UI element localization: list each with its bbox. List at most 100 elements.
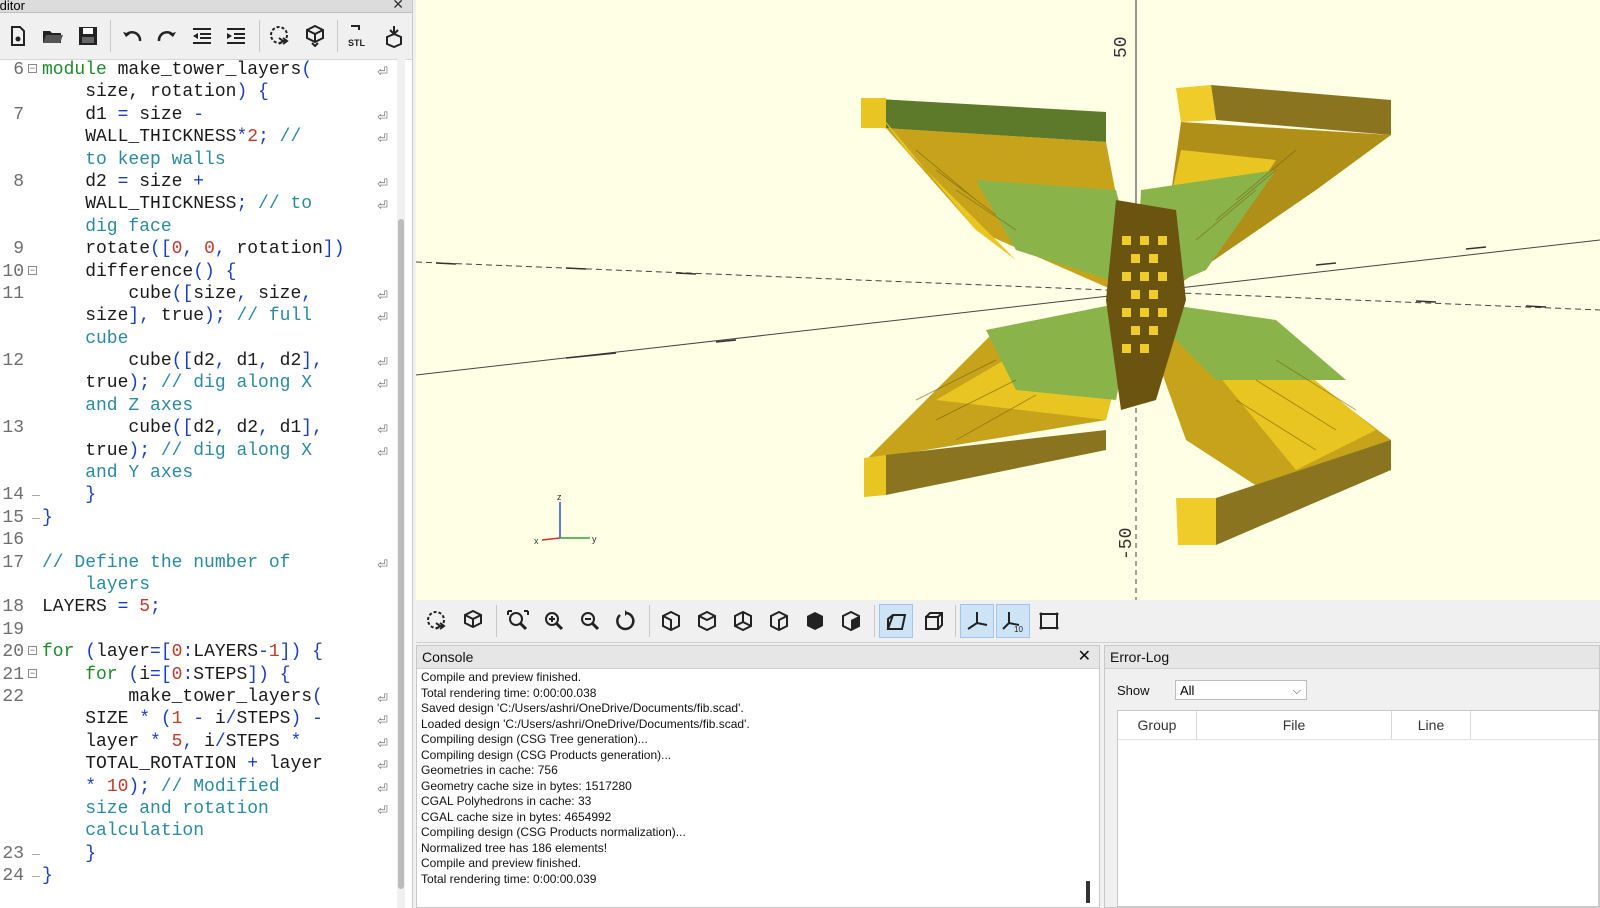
3d-viewport[interactable]: 50 -50 z x y bbox=[416, 0, 1600, 600]
code-line[interactable]: 6− module make_tower_layers(⏎ bbox=[0, 59, 396, 81]
code-token: ) - bbox=[290, 709, 323, 730]
unindent-button[interactable] bbox=[185, 19, 218, 53]
code-line[interactable]: * 10); // Modified ⏎ bbox=[0, 776, 396, 798]
code-editor[interactable]: 6− module make_tower_layers(⏎ size, rotat… bbox=[0, 59, 396, 908]
code-line[interactable]: 16 bbox=[0, 529, 396, 551]
code-line[interactable]: TOTAL_ROTATION + layer ⏎ bbox=[0, 753, 396, 775]
code-line[interactable]: size and rotation ⏎ bbox=[0, 798, 396, 820]
editor-scrollbar-thumb[interactable] bbox=[398, 219, 404, 889]
column-header-line[interactable]: Line bbox=[1392, 711, 1471, 739]
code-line[interactable]: 8 d2 = size + ⏎ bbox=[0, 171, 396, 193]
code-line[interactable]: 13 cube([d2, d2, d1], ⏎ bbox=[0, 417, 396, 439]
stl-export-icon: STL bbox=[348, 25, 365, 48]
fold-toggle-icon[interactable]: − bbox=[28, 64, 37, 74]
code-line[interactable]: 14 } bbox=[0, 484, 396, 506]
view-right-button[interactable] bbox=[654, 604, 688, 638]
error-log-table: Group File Line bbox=[1117, 710, 1599, 907]
open-file-button[interactable] bbox=[37, 19, 70, 53]
console-scrollbar[interactable] bbox=[1083, 670, 1093, 907]
code-line[interactable]: 19 bbox=[0, 619, 396, 641]
send-to-printer-button[interactable] bbox=[377, 19, 410, 53]
code-line[interactable]: 15} bbox=[0, 507, 396, 529]
reset-view-button[interactable] bbox=[609, 604, 643, 638]
zoom-in-button[interactable] bbox=[537, 604, 571, 638]
close-icon[interactable]: ✕ bbox=[392, 0, 404, 11]
perspective-button[interactable] bbox=[879, 604, 913, 638]
code-token: size bbox=[139, 171, 194, 192]
editor-scrollbar[interactable] bbox=[397, 59, 405, 908]
code-line[interactable]: true); // dig along X ⏎ bbox=[0, 372, 396, 394]
fold-toggle-icon[interactable]: − bbox=[28, 265, 37, 275]
fold-toggle-icon[interactable]: − bbox=[28, 668, 37, 678]
column-header-file[interactable]: File bbox=[1197, 711, 1392, 739]
error-log-table-header: Group File Line bbox=[1118, 711, 1598, 740]
code-line[interactable]: 12 cube([d2, d1, d2], ⏎ bbox=[0, 350, 396, 372]
show-filter-select[interactable]: All ⌵ bbox=[1175, 680, 1307, 700]
code-line[interactable]: 20− for (layer=[0:LAYERS-1]) { bbox=[0, 641, 396, 663]
code-line[interactable]: dig face bbox=[0, 216, 396, 238]
view-top-button[interactable] bbox=[690, 604, 724, 638]
view-right-icon bbox=[662, 610, 680, 632]
code-line[interactable]: and Y axes bbox=[0, 462, 396, 484]
code-line[interactable]: 7 d1 = size - ⏎ bbox=[0, 104, 396, 126]
console-scrollbar-thumb[interactable] bbox=[1086, 881, 1090, 903]
code-line[interactable]: 24} bbox=[0, 865, 396, 887]
preview-button[interactable] bbox=[420, 604, 454, 638]
code-line[interactable]: 17// Define the number of ⏎ bbox=[0, 552, 396, 574]
orthogonal-button[interactable] bbox=[915, 604, 949, 638]
render-button[interactable] bbox=[456, 604, 490, 638]
line-number: 21 bbox=[2, 664, 24, 685]
view-all-button[interactable] bbox=[501, 604, 535, 638]
show-scale-markers-button[interactable]: 10 bbox=[996, 604, 1030, 638]
view-bottom-button[interactable] bbox=[726, 604, 760, 638]
code-line[interactable]: size, rotation) { bbox=[0, 81, 396, 103]
column-header-group[interactable]: Group bbox=[1118, 711, 1197, 739]
code-line[interactable]: to keep walls bbox=[0, 149, 396, 171]
code-line[interactable]: 23 } bbox=[0, 843, 396, 865]
export-stl-button[interactable]: STL bbox=[342, 19, 375, 53]
code-token: // full bbox=[236, 306, 313, 327]
console-line: Total rendering time: 0:00:00.039 bbox=[421, 871, 597, 886]
code-line[interactable]: 22 make_tower_layers(⏎ bbox=[0, 686, 396, 708]
code-line[interactable]: 10− difference() { bbox=[0, 261, 396, 283]
code-token: for bbox=[42, 664, 129, 685]
console-line: Saved design 'C:/Users/ashri/OneDrive/Do… bbox=[421, 701, 744, 715]
code-text: SIZE * (1 - i/STEPS) - bbox=[42, 708, 323, 730]
line-number: 12 bbox=[2, 351, 24, 372]
code-line[interactable]: layers bbox=[0, 574, 396, 596]
code-line[interactable]: WALL_THICKNESS*2; //⏎ bbox=[0, 126, 396, 148]
view-front-button[interactable] bbox=[798, 604, 832, 638]
code-line[interactable]: SIZE * (1 - i/STEPS) - ⏎ bbox=[0, 708, 396, 730]
code-line[interactable]: 18 LAYERS = 5; bbox=[0, 596, 396, 618]
undo-button[interactable] bbox=[115, 19, 148, 53]
code-token: ], bbox=[128, 306, 161, 327]
view-back-button[interactable] bbox=[834, 604, 868, 638]
line-number: 13 bbox=[2, 418, 24, 439]
code-line[interactable]: WALL_THICKNESS; // to ⏎ bbox=[0, 193, 396, 215]
fold-toggle-icon[interactable]: − bbox=[28, 646, 37, 656]
save-button[interactable] bbox=[72, 19, 105, 53]
view-left-button[interactable] bbox=[762, 604, 796, 638]
show-axes-button[interactable] bbox=[960, 604, 994, 638]
code-line[interactable]: cube bbox=[0, 328, 396, 350]
close-icon[interactable]: ✕ bbox=[1078, 646, 1091, 668]
show-edges-button[interactable] bbox=[1032, 604, 1066, 638]
render-cube-icon bbox=[464, 609, 482, 629]
redo-button[interactable] bbox=[150, 19, 183, 53]
gizmo-z-label: z bbox=[557, 492, 562, 502]
render-button[interactable] bbox=[299, 19, 332, 53]
code-line[interactable]: true); // dig along X ⏎ bbox=[0, 440, 396, 462]
code-line[interactable]: 11 cube([size, size, ⏎ bbox=[0, 283, 396, 305]
zoom-out-button[interactable] bbox=[573, 604, 607, 638]
code-token: } bbox=[42, 507, 53, 528]
code-line[interactable]: 9 rotate([0, 0, rotation]) bbox=[0, 238, 396, 260]
code-line[interactable]: size], true); // full ⏎ bbox=[0, 305, 396, 327]
code-line[interactable]: and Z axes bbox=[0, 395, 396, 417]
indent-button[interactable] bbox=[220, 19, 253, 53]
preview-button[interactable] bbox=[264, 19, 297, 53]
code-line[interactable]: calculation bbox=[0, 820, 396, 842]
toolbar-separator bbox=[649, 605, 650, 637]
code-line[interactable]: layer * 5, i/STEPS * ⏎ bbox=[0, 731, 396, 753]
code-line[interactable]: 21− for (i=[0:STEPS]) { bbox=[0, 664, 396, 686]
new-file-button[interactable] bbox=[2, 19, 35, 53]
